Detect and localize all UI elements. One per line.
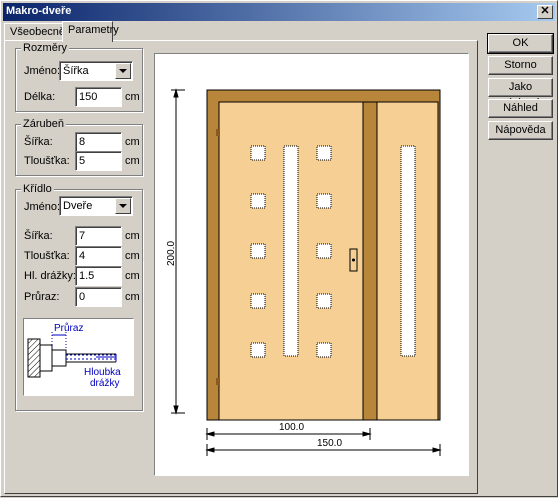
hinge-icon [216, 378, 220, 385]
kridlo-jmeno-value: Dveře [63, 200, 93, 212]
schema-label-hloubka: Hloubka [84, 367, 121, 378]
glass-slot-side [400, 145, 416, 357]
hinge-icon [216, 129, 220, 136]
zarubne-tloustka-unit: cm [125, 155, 140, 167]
rozmery-delka-unit: cm [125, 91, 140, 103]
chevron-down-icon[interactable] [115, 63, 131, 79]
kridlo-pruraz-input[interactable] [75, 287, 122, 307]
kridlo-jmeno-select[interactable]: Dveře [59, 196, 133, 216]
kridlo-tloustka-unit: cm [125, 250, 140, 262]
panel-content: Rozměry Jméno: Šířka Délka: cm Zárubeň Š… [1, 1, 558, 498]
kridlo-hl-drazky-input[interactable] [75, 266, 122, 286]
zarubne-sirka-label: Šířka: [24, 136, 53, 148]
kridlo-pruraz-unit: cm [125, 291, 140, 303]
rozmery-jmeno-value: Šířka [63, 65, 89, 77]
kridlo-tloustka-label: Tloušťka: [24, 250, 70, 262]
door-drawing: 200.0 100.0 150.0 [166, 88, 442, 456]
group-title-rozmery: Rozměry [21, 42, 70, 54]
groove-schematic-drawing: Průraz Hloubka drážky [27, 322, 121, 389]
kridlo-hl-drazky-label: Hl. drážky: [24, 270, 76, 282]
door-preview: 200.0 100.0 150.0 [154, 53, 469, 476]
chevron-down-icon[interactable] [115, 198, 131, 214]
zarubne-tloustka-input[interactable] [75, 151, 122, 171]
total-width-dimension-text: 150.0 [317, 438, 342, 449]
kridlo-jmeno-label: Jméno: [24, 201, 61, 213]
schema-label-drazky: drážky [90, 378, 119, 389]
zarubne-tloustka-label: Tloušťka: [24, 155, 70, 167]
glass-slot-main [283, 145, 299, 357]
rozmery-jmeno-select[interactable]: Šířka [59, 61, 133, 81]
schema-label-pruraz: Průraz [54, 322, 83, 334]
rozmery-delka-input[interactable] [75, 87, 122, 107]
kridlo-hl-drazky-unit: cm [125, 270, 140, 282]
zarubne-sirka-unit: cm [125, 136, 140, 148]
zarubne-sirka-input[interactable] [75, 132, 122, 152]
height-dimension-text: 200.0 [166, 241, 177, 266]
kridlo-tloustka-input[interactable] [75, 246, 122, 266]
dialog-window: Makro-dveře ✕ Všeobecně Parametry Rozměr… [0, 0, 558, 497]
mullion [362, 101, 378, 421]
kridlo-sirka-label: Šířka: [24, 230, 53, 242]
kridlo-sirka-input[interactable] [75, 226, 122, 246]
kridlo-sirka-unit: cm [125, 230, 140, 242]
group-title-kridlo: Křídlo [21, 183, 54, 195]
rozmery-jmeno-label: Jméno: [24, 65, 61, 77]
group-title-zarubne: Zárubeň [21, 118, 66, 130]
groove-schematic: Průraz Hloubka drážky [23, 318, 134, 396]
leaf-width-dimension-text: 100.0 [279, 422, 304, 433]
rozmery-delka-label: Délka: [24, 91, 56, 103]
kridlo-pruraz-label: Průraz: [24, 291, 60, 303]
